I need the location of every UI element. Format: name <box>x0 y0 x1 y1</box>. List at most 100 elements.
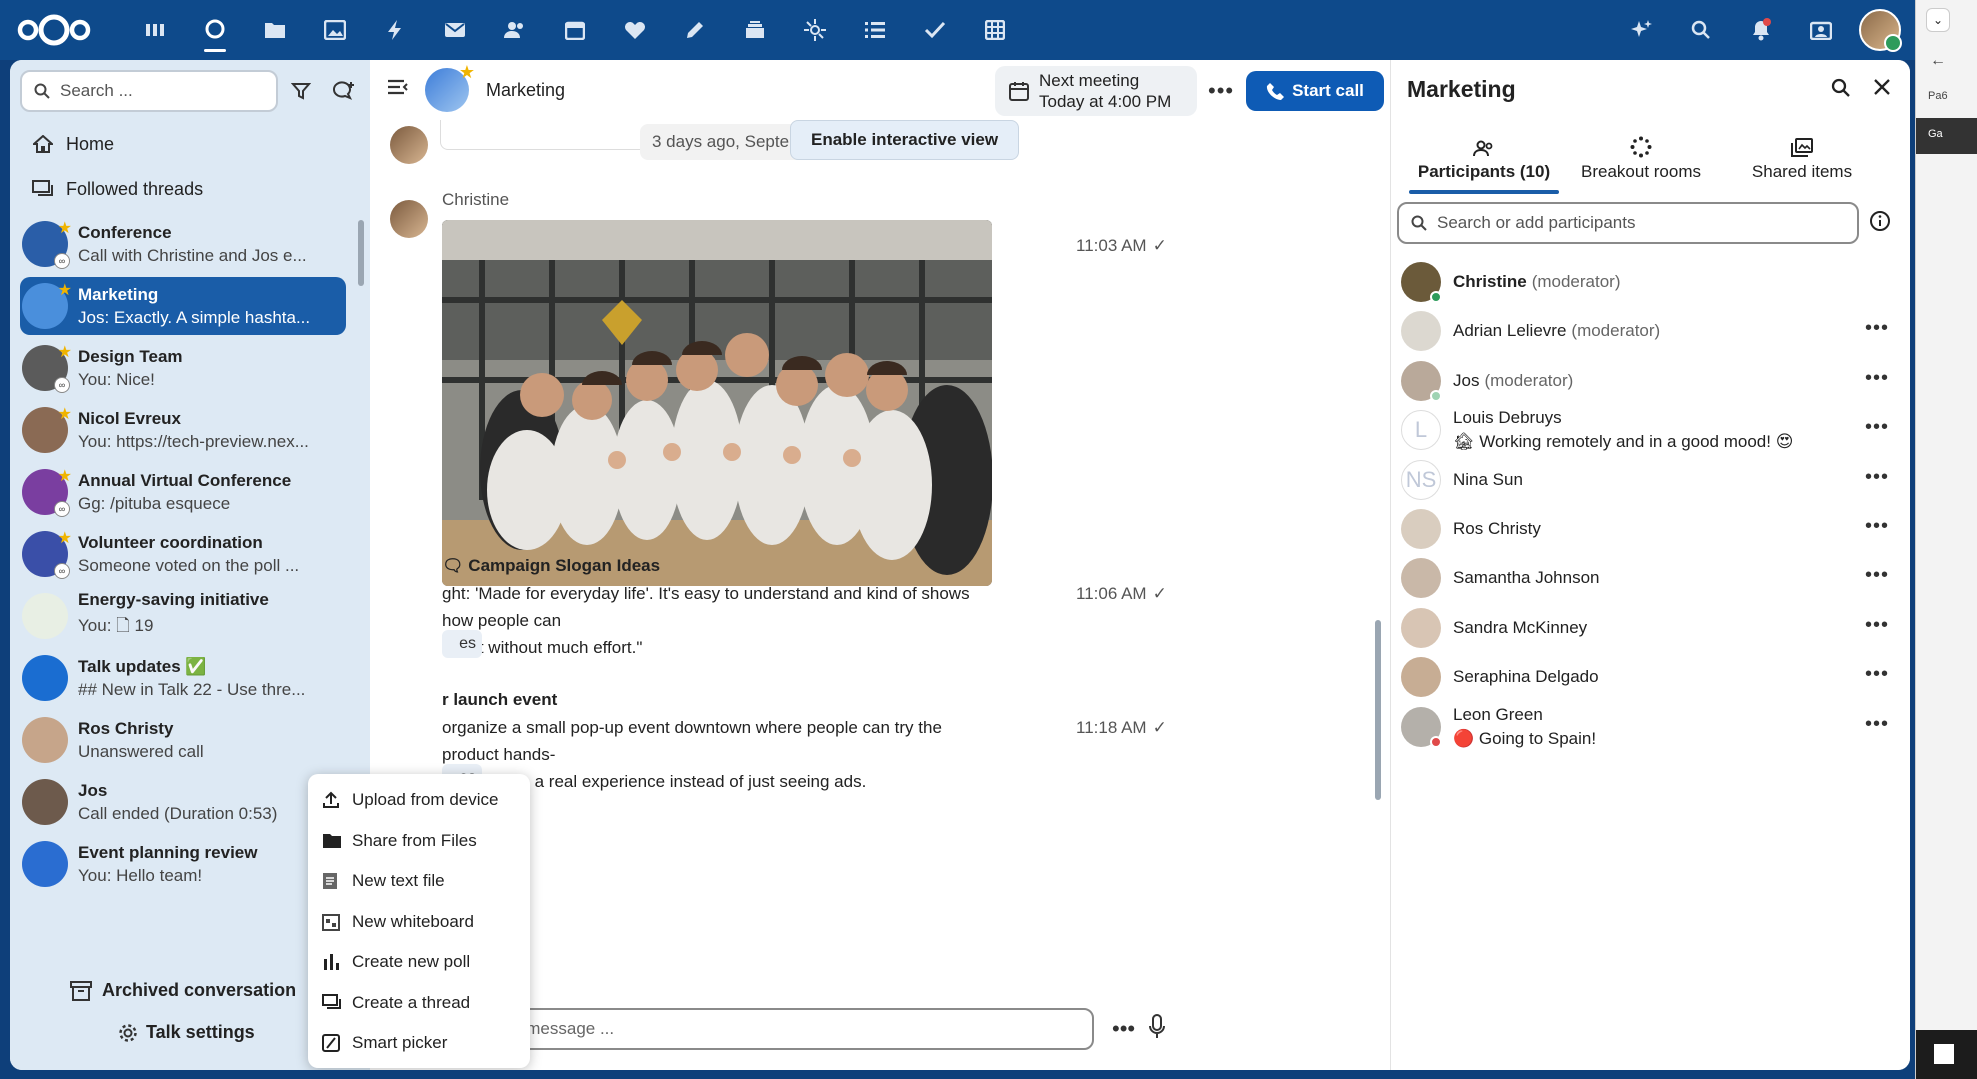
thread-replies-chip[interactable]: es <box>442 630 482 658</box>
conversation-item[interactable]: Energy-saving initiative You: 🗋 19 <box>20 587 346 645</box>
deck-icon[interactable] <box>725 14 785 46</box>
back-arrow-icon[interactable]: ← <box>1930 52 1946 70</box>
participant-row[interactable]: Adrian Lelievre (moderator) ••• <box>1397 305 1897 357</box>
participant-row[interactable]: Sandra McKinney ••• <box>1397 602 1897 654</box>
check-icon[interactable] <box>905 14 965 46</box>
menu-item-share-files[interactable]: Share from Files <box>308 821 530 862</box>
user-avatar[interactable] <box>1859 9 1902 52</box>
folder-icon <box>322 833 352 849</box>
sent-check-icon: ✓ <box>1152 236 1167 255</box>
conversation-item[interactable]: Ros Christy Unanswered call <box>20 711 346 769</box>
conversation-item[interactable]: ★ ∞ Annual Virtual Conference Gg: /pituba e… <box>20 463 346 521</box>
contacts-menu-icon[interactable] <box>1791 8 1851 52</box>
conversation-avatar[interactable]: ★ <box>425 62 475 112</box>
calendar-icon[interactable] <box>545 14 605 46</box>
assistant-icon[interactable] <box>1611 8 1671 52</box>
menu-item-upload[interactable]: Upload from device <box>308 780 530 821</box>
nav-followed-threads[interactable]: Followed threads <box>20 169 350 209</box>
contacts-icon[interactable] <box>485 14 545 46</box>
start-call-button[interactable]: Start call <box>1246 71 1384 111</box>
conversation-item[interactable]: ★ Nicol Evreux You: https://tech-preview.n… <box>20 401 346 459</box>
participant-row[interactable]: L Louis Debruys 🏚 Working remotely and in … <box>1397 404 1897 456</box>
menu-item-new-text-file[interactable]: New text file <box>308 861 530 902</box>
conversation-search-input[interactable]: Search ... <box>20 70 278 112</box>
photos-icon[interactable] <box>305 14 365 46</box>
nav-home[interactable]: Home <box>20 124 350 164</box>
participant-menu-icon[interactable]: ••• <box>1865 564 1889 587</box>
chevron-down-icon[interactable]: ⌄ <box>1926 8 1950 32</box>
notifications-icon[interactable] <box>1731 8 1791 52</box>
enable-interactive-view-button[interactable]: Enable interactive view <box>790 120 1020 160</box>
thread-title[interactable]: 🗨 Campaign Slogan Ideas <box>442 556 660 576</box>
participant-row[interactable]: Christine (moderator) <box>1397 256 1897 308</box>
menu-item-create-poll[interactable]: Create new poll <box>308 942 530 983</box>
bookmark-label-2[interactable]: Ga <box>1928 128 1943 140</box>
participant-menu-icon[interactable]: ••• <box>1865 317 1889 340</box>
conversation-item[interactable]: ★ ∞ Volunteer coordination Someone voted on… <box>20 525 346 583</box>
talk-settings-button[interactable]: Talk settings <box>118 1022 255 1043</box>
nextcloud-logo-icon[interactable] <box>16 12 92 48</box>
search-icon[interactable] <box>1671 8 1731 52</box>
next-meeting-button[interactable]: Next meeting Today at 4:00 PM <box>995 66 1197 116</box>
message-time: 11:03 AM ✓ <box>1076 236 1167 256</box>
participant-row[interactable]: Leon Green 🔴 Going to Spain! ••• <box>1397 701 1897 753</box>
message-author-avatar[interactable] <box>390 126 428 164</box>
conversation-title: Nicol Evreux <box>78 408 181 428</box>
close-icon[interactable] <box>1873 78 1891 96</box>
windows-icon[interactable] <box>1934 1044 1954 1064</box>
conversation-item[interactable]: Talk updates ✅ ## New in Talk 22 - Use th… <box>20 649 346 707</box>
activity-icon[interactable] <box>365 14 425 46</box>
participant-row[interactable]: Seraphina Delgado ••• <box>1397 651 1897 703</box>
tab-shared-items[interactable]: Shared items <box>1727 130 1877 182</box>
tab-participants[interactable]: Participants (10) <box>1407 130 1561 194</box>
microphone-icon[interactable] <box>1148 1014 1166 1040</box>
sidebar-scrollbar[interactable] <box>358 220 364 286</box>
participant-row[interactable]: Samantha Johnson ••• <box>1397 552 1897 604</box>
participant-menu-icon[interactable]: ••• <box>1865 466 1889 489</box>
bookmark-label[interactable]: Pa6 <box>1928 90 1948 102</box>
participant-menu-icon[interactable]: ••• <box>1865 416 1889 439</box>
participant-row[interactable]: NS Nina Sun ••• <box>1397 454 1897 506</box>
conversation-item[interactable]: Event planning review You: Hello team! <box>20 835 346 893</box>
participant-row[interactable]: Jos (moderator) ••• <box>1397 355 1897 407</box>
message-text-line: organize a small pop-up event downtown w… <box>442 718 942 764</box>
chat-scrollbar[interactable] <box>1375 620 1381 800</box>
files-icon[interactable] <box>245 14 305 46</box>
toggle-sidebar-icon[interactable] <box>386 78 408 96</box>
participant-menu-icon[interactable]: ••• <box>1865 515 1889 538</box>
tab-participants-label: Participants (10) <box>1417 162 1551 181</box>
menu-item-new-whiteboard[interactable]: New whiteboard <box>308 902 530 943</box>
conversation-item[interactable]: Jos Call ended (Duration 0:53) <box>20 773 346 831</box>
filter-icon[interactable] <box>286 76 316 106</box>
composer-more-icon[interactable]: ••• <box>1112 1016 1135 1042</box>
menu-item-smart-picker[interactable]: Smart picker <box>308 1023 530 1064</box>
participant-menu-icon[interactable]: ••• <box>1865 713 1889 736</box>
health-icon[interactable] <box>605 14 665 46</box>
dashboard-icon[interactable] <box>125 14 185 46</box>
participant-menu-icon[interactable]: ••• <box>1865 367 1889 390</box>
mail-icon[interactable] <box>425 14 485 46</box>
tasks-icon[interactable] <box>845 14 905 46</box>
conversation-title[interactable]: Marketing <box>486 80 565 101</box>
participant-menu-icon[interactable]: ••• <box>1865 614 1889 637</box>
conversation-item[interactable]: ★ ∞ Conference Call with Christine and Jos … <box>20 215 346 273</box>
archived-conversations-button[interactable]: Archived conversation <box>70 980 296 1001</box>
tables-icon[interactable] <box>965 14 1025 46</box>
tab-breakout-rooms[interactable]: Breakout rooms <box>1571 130 1711 182</box>
search-icon[interactable] <box>1831 78 1851 98</box>
christine-avatar[interactable] <box>390 200 428 238</box>
new-conversation-icon[interactable] <box>328 76 358 106</box>
talk-icon[interactable] <box>185 14 245 52</box>
participant-row[interactable]: Ros Christy ••• <box>1397 503 1897 555</box>
conversation-item[interactable]: ★ Marketing Jos: Exactly. A simple hashta.… <box>20 277 346 335</box>
thread-title[interactable]: r launch event <box>442 690 557 710</box>
shared-team-photo[interactable] <box>442 220 992 586</box>
participant-search-input[interactable]: Search or add participants <box>1397 202 1859 244</box>
conversation-item[interactable]: ★ ∞ Design Team You: Nice! <box>20 339 346 397</box>
info-icon[interactable] <box>1869 210 1891 232</box>
more-options-icon[interactable]: ••• <box>1208 78 1234 104</box>
notes-icon[interactable] <box>665 14 725 46</box>
ai-icon[interactable] <box>785 14 845 46</box>
menu-item-create-thread[interactable]: Create a thread <box>308 983 530 1024</box>
participant-menu-icon[interactable]: ••• <box>1865 663 1889 686</box>
